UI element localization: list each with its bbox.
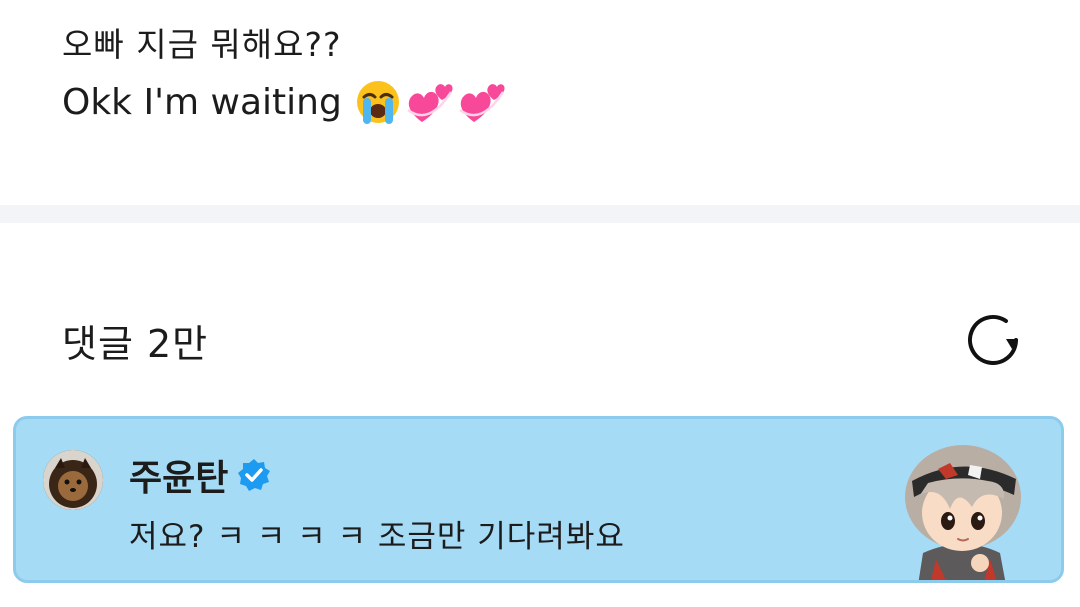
page: 오빠 지금 뭐해요?? Okk I'm waiting 댓글 2만 주윤탄 저요… — [0, 0, 1080, 607]
comment-text: 저요? ㅋ ㅋ ㅋ ㅋ 조금만 기다려봐요 — [129, 519, 625, 555]
comments-header: 댓글 2만 — [0, 223, 1080, 413]
comment-username[interactable]: 주윤탄 — [129, 449, 272, 501]
chibi-character-sticker-icon — [905, 445, 1021, 580]
post-text-line-1: 오빠 지금 뭐해요?? — [62, 25, 342, 64]
pomeranian-dog-avatar-icon — [43, 450, 103, 510]
comment-username-text: 주윤탄 — [129, 458, 229, 499]
post-text-line-2-text: Okk I'm waiting — [62, 81, 342, 123]
refresh-icon — [968, 315, 1018, 365]
comments-count-title: 댓글 2만 — [62, 322, 209, 366]
avatar[interactable] — [43, 450, 103, 510]
two-hearts-icon — [459, 84, 505, 122]
loudly-crying-face-icon — [356, 81, 399, 124]
refresh-button[interactable] — [960, 307, 1026, 373]
verified-badge-icon — [238, 459, 271, 491]
post-body: 오빠 지금 뭐해요?? Okk I'm waiting — [0, 0, 1080, 205]
two-hearts-icon — [407, 84, 453, 122]
post-text-line-2: Okk I'm waiting — [62, 78, 506, 126]
emoji-row — [354, 78, 506, 126]
comment-card[interactable]: 주윤탄 저요? ㅋ ㅋ ㅋ ㅋ 조금만 기다려봐요 — [13, 416, 1064, 583]
section-divider — [0, 205, 1080, 223]
